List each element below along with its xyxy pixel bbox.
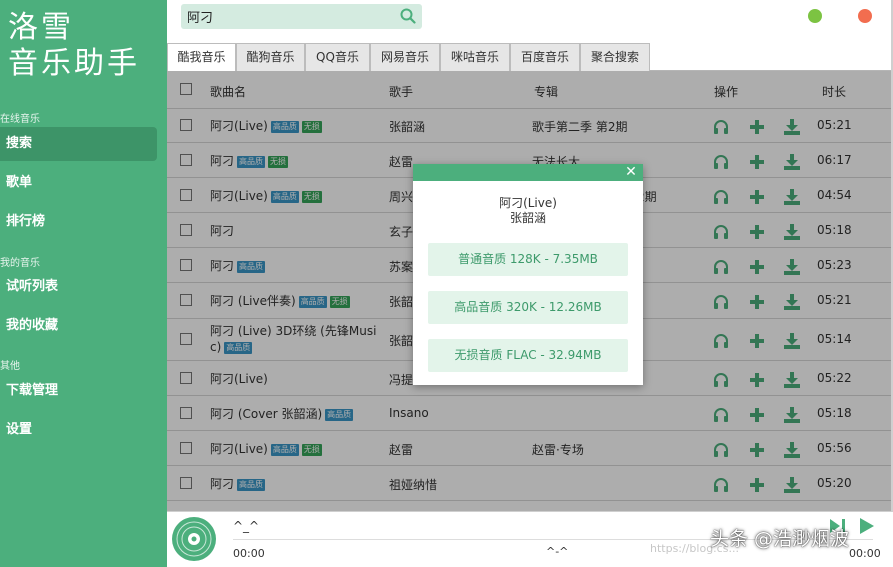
- dialog-song: 阿刁(Live): [499, 196, 557, 210]
- search-icon[interactable]: [400, 8, 416, 24]
- sidebar-section-mine: 我的音乐: [0, 258, 40, 269]
- sidebar-item-search[interactable]: 搜索: [0, 127, 157, 161]
- sidebar-item-charts[interactable]: 排行榜: [0, 205, 157, 239]
- dialog-close-icon[interactable]: ✕: [625, 165, 637, 179]
- quality-standard-button[interactable]: 普通音质 128K - 7.35MB: [428, 243, 628, 276]
- sidebar-section-online: 在线音乐: [0, 114, 40, 125]
- dialog-title: 阿刁(Live) 张韶涵: [413, 196, 643, 226]
- tab-baidu[interactable]: 百度音乐: [510, 43, 580, 71]
- sidebar-item-playlists[interactable]: 歌单: [0, 166, 157, 200]
- quality-dialog: ✕ 阿刁(Live) 张韶涵 普通音质 128K - 7.35MB 高品音质 3…: [413, 164, 643, 385]
- quality-high-button[interactable]: 高品音质 320K - 12.26MB: [428, 291, 628, 324]
- player-total-time: 00:00: [849, 547, 881, 560]
- sidebar-item-settings[interactable]: 设置: [0, 413, 157, 447]
- tab-migu[interactable]: 咪咕音乐: [440, 43, 510, 71]
- player-lyric: ^-^: [546, 545, 569, 558]
- watermark: 头条 @浩渺烟波: [710, 528, 850, 550]
- play-icon[interactable]: [857, 518, 875, 534]
- sidebar: 洛雪 音乐助手 在线音乐 搜索 歌单 排行榜 我的音乐 试听列表 我的收藏 其他…: [0, 0, 167, 567]
- dialog-header: ✕: [413, 164, 643, 181]
- search-box[interactable]: [181, 4, 422, 29]
- logo-line-2: 音乐助手: [8, 46, 140, 81]
- tab-kuwo[interactable]: 酷我音乐: [167, 43, 236, 72]
- quality-lossless-button[interactable]: 无损音质 FLAC - 32.94MB: [428, 339, 628, 372]
- search-input[interactable]: [187, 7, 387, 26]
- minimize-button[interactable]: [808, 9, 822, 23]
- sidebar-section-other: 其他: [0, 361, 20, 372]
- tab-kugou[interactable]: 酷狗音乐: [236, 43, 305, 71]
- sidebar-item-favorites[interactable]: 我的收藏: [0, 309, 157, 343]
- sidebar-item-downloads[interactable]: 下载管理: [0, 374, 157, 408]
- tab-qq[interactable]: QQ音乐: [305, 43, 370, 71]
- app-logo: 洛雪 音乐助手: [8, 10, 140, 82]
- tab-netease[interactable]: 网易音乐: [370, 43, 440, 71]
- player-current-time: 00:00: [233, 547, 265, 560]
- album-disc-icon: [172, 517, 216, 561]
- logo-line-1: 洛雪: [8, 10, 74, 45]
- top-bar: [167, 0, 891, 41]
- tab-aggregate[interactable]: 聚合搜索: [580, 43, 650, 71]
- dialog-singer: 张韶涵: [509, 211, 546, 225]
- sidebar-item-trial-list[interactable]: 试听列表: [0, 270, 157, 304]
- source-tabs: 酷我音乐 酷狗音乐 QQ音乐 网易音乐 咪咕音乐 百度音乐 聚合搜索: [167, 41, 893, 72]
- player-title: ^_^: [233, 519, 260, 533]
- close-button[interactable]: [858, 9, 872, 23]
